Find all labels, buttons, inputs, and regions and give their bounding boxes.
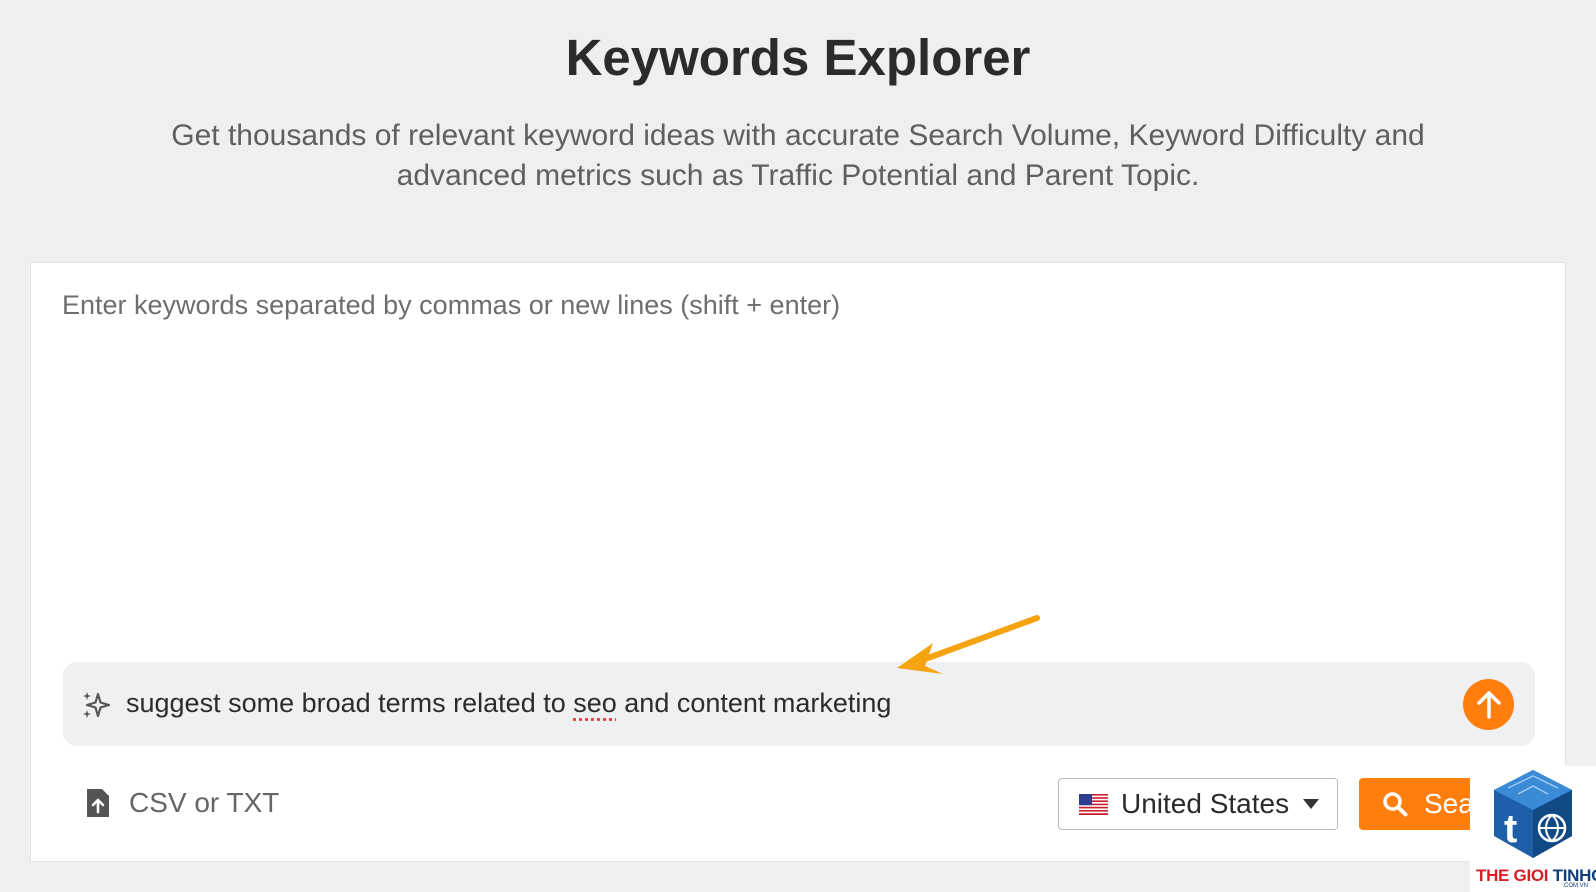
svg-text:t: t: [1504, 807, 1517, 851]
file-upload-icon: [87, 789, 109, 817]
sparkle-icon: [83, 692, 111, 718]
caret-down-icon: [1303, 799, 1320, 809]
page-title: Keywords Explorer: [565, 29, 1031, 86]
country-select[interactable]: United States: [1058, 778, 1338, 830]
ai-prompt-bar[interactable]: suggest some broad terms related to seo …: [63, 662, 1535, 746]
keywords-explorer-page: Keywords Explorer Get thousands of relev…: [0, 0, 1596, 892]
ai-submit-button[interactable]: [1463, 679, 1514, 730]
cube-logo-icon: t: [1494, 770, 1572, 858]
us-flag-icon: [1079, 793, 1108, 815]
watermark-logo: t THE GIOI TINHOC .COM.VN: [1470, 766, 1596, 892]
arrow-up-icon: [1476, 690, 1501, 719]
country-select-value: United States: [1121, 788, 1290, 819]
search-icon: [1383, 792, 1408, 817]
file-upload-button[interactable]: CSV or TXT: [85, 786, 279, 820]
page-subtitle: Get thousands of relevant keyword ideas …: [171, 119, 1425, 192]
spellcheck-flagged-word: seo: [573, 688, 617, 718]
file-upload-label: CSV or TXT: [129, 787, 280, 818]
keywords-input[interactable]: [62, 290, 1532, 630]
watermark-domain: .COM.VN: [1562, 883, 1588, 889]
ai-prompt-text[interactable]: suggest some broad terms related to seo …: [126, 688, 891, 719]
annotation-arrow-icon: [897, 615, 1040, 674]
